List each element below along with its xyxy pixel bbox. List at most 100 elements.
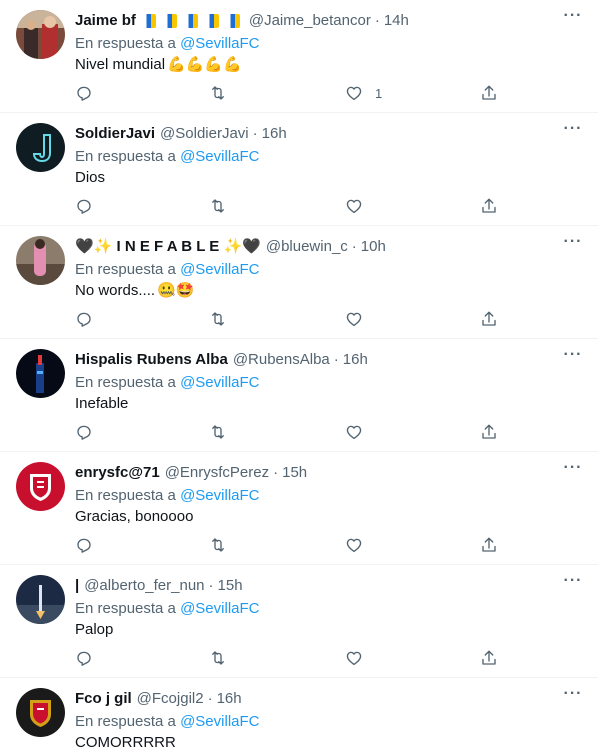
timestamp[interactable]: 15h — [218, 575, 243, 597]
heart-icon — [346, 312, 362, 327]
retweet-button[interactable] — [208, 195, 228, 217]
reply-button[interactable] — [75, 421, 93, 443]
tweet[interactable]: 🖤✨ I N E F A B L E ✨🖤 @bluewin_c · 10h ·… — [0, 226, 598, 339]
heart-icon — [346, 86, 362, 101]
share-button[interactable] — [480, 534, 498, 556]
display-name[interactable]: enrysfc@71 — [75, 462, 160, 484]
retweet-icon — [212, 651, 224, 665]
reply-prefix: En respuesta a — [75, 148, 176, 165]
like-button[interactable] — [345, 308, 363, 330]
timestamp[interactable]: 14h — [384, 10, 409, 32]
tweet[interactable]: Hispalis Rubens Alba @RubensAlba · 16h ·… — [0, 339, 598, 452]
reply-icon — [77, 312, 91, 327]
like-button[interactable] — [345, 421, 363, 443]
tweet-actions — [75, 421, 505, 443]
reply-target-link[interactable]: @SevillaFC — [180, 374, 259, 391]
reply-context: En respuesta a @SevillaFC — [75, 711, 582, 732]
reply-button[interactable] — [75, 647, 93, 669]
retweet-button[interactable] — [208, 534, 228, 556]
user-handle[interactable]: @bluewin_c — [266, 236, 348, 258]
avatar[interactable] — [16, 123, 65, 172]
more-icon[interactable]: ··· — [560, 347, 586, 369]
user-handle[interactable]: @EnrysfcPerez — [165, 462, 269, 484]
reply-target-link[interactable]: @SevillaFC — [180, 148, 259, 165]
tweet-header: enrysfc@71 @EnrysfcPerez · 15h — [75, 462, 582, 484]
reply-button[interactable] — [75, 534, 93, 556]
timestamp[interactable]: 16h — [262, 123, 287, 145]
more-icon[interactable]: ··· — [560, 234, 586, 256]
reply-target-link[interactable]: @SevillaFC — [180, 261, 259, 278]
share-button[interactable] — [480, 421, 498, 443]
share-button[interactable] — [480, 195, 498, 217]
reply-prefix: En respuesta a — [75, 374, 176, 391]
share-button[interactable] — [480, 647, 498, 669]
tweet[interactable]: Fco j gil @Fcojgil2 · 16h ··· En respues… — [0, 678, 598, 754]
tweet-actions — [75, 647, 505, 669]
more-icon[interactable]: ··· — [560, 573, 586, 595]
retweet-icon — [212, 312, 224, 326]
avatar[interactable] — [16, 236, 65, 285]
reply-button[interactable] — [75, 195, 93, 217]
tweet[interactable]: enrysfc@71 @EnrysfcPerez · 15h ··· En re… — [0, 452, 598, 565]
timestamp[interactable]: 16h — [343, 349, 368, 371]
user-handle[interactable]: @SoldierJavi — [160, 123, 249, 145]
like-button[interactable] — [345, 534, 363, 556]
retweet-button[interactable] — [208, 421, 228, 443]
timestamp[interactable]: 10h — [361, 236, 386, 258]
retweet-icon — [212, 199, 224, 213]
retweet-button[interactable] — [208, 308, 228, 330]
tweet-text: Nivel mundial 💪💪💪💪 — [75, 54, 582, 75]
display-name[interactable]: | — [75, 575, 79, 597]
display-name[interactable]: Hispalis Rubens Alba — [75, 349, 228, 371]
avatar[interactable] — [16, 10, 65, 59]
heart-icon — [346, 199, 362, 214]
avatar[interactable] — [16, 575, 65, 624]
like-button[interactable] — [345, 195, 363, 217]
share-icon — [482, 198, 496, 213]
reply-target-link[interactable]: @SevillaFC — [180, 35, 259, 52]
user-handle[interactable]: @alberto_fer_nun — [84, 575, 204, 597]
reply-target-link[interactable]: @SevillaFC — [180, 487, 259, 504]
retweet-button[interactable] — [208, 82, 228, 104]
share-icon — [482, 537, 496, 552]
more-icon[interactable]: ··· — [560, 8, 586, 30]
user-handle[interactable]: @RubensAlba — [233, 349, 330, 371]
reply-icon — [77, 425, 91, 440]
reply-button[interactable] — [75, 308, 93, 330]
more-icon[interactable]: ··· — [560, 686, 586, 708]
user-handle[interactable]: @Fcojgil2 — [137, 688, 204, 710]
like-count: 1 — [375, 85, 383, 101]
reply-context: En respuesta a @SevillaFC — [75, 146, 582, 167]
reply-context: En respuesta a @SevillaFC — [75, 372, 582, 393]
avatar[interactable] — [16, 349, 65, 398]
share-button[interactable] — [480, 308, 498, 330]
reply-target-link[interactable]: @SevillaFC — [180, 600, 259, 617]
share-icon — [482, 650, 496, 665]
more-icon[interactable]: ··· — [560, 121, 586, 143]
tweet[interactable]: Jaime bf @Jaime_betancor · 14h ··· En re… — [0, 0, 598, 113]
like-button[interactable] — [345, 647, 363, 669]
reply-context: En respuesta a @SevillaFC — [75, 598, 582, 619]
avatar[interactable] — [16, 688, 65, 737]
tweet-text: Dios — [75, 167, 582, 188]
more-icon[interactable]: ··· — [560, 460, 586, 482]
tweet-actions — [75, 195, 505, 217]
retweet-button[interactable] — [208, 647, 228, 669]
timestamp[interactable]: 15h — [282, 462, 307, 484]
tweet-content: Jaime bf @Jaime_betancor · 14h ··· En re… — [75, 8, 582, 75]
like-button[interactable]: 1 — [345, 82, 382, 104]
user-handle[interactable]: @Jaime_betancor — [249, 10, 371, 32]
display-name[interactable]: SoldierJavi — [75, 123, 155, 145]
display-name[interactable]: Fco j gil — [75, 688, 132, 710]
display-name[interactable]: 🖤✨ I N E F A B L E ✨🖤 — [75, 236, 261, 258]
reply-target-link[interactable]: @SevillaFC — [180, 713, 259, 730]
retweet-icon — [212, 538, 224, 552]
tweet[interactable]: | @alberto_fer_nun · 15h ··· En respuest… — [0, 565, 598, 678]
timestamp[interactable]: 16h — [217, 688, 242, 710]
display-name[interactable]: Jaime bf — [75, 10, 136, 32]
avatar[interactable] — [16, 462, 65, 511]
separator-dot: · — [374, 12, 380, 29]
share-button[interactable] — [480, 82, 498, 104]
reply-button[interactable] — [75, 82, 93, 104]
tweet[interactable]: SoldierJavi @SoldierJavi · 16h ··· En re… — [0, 113, 598, 226]
